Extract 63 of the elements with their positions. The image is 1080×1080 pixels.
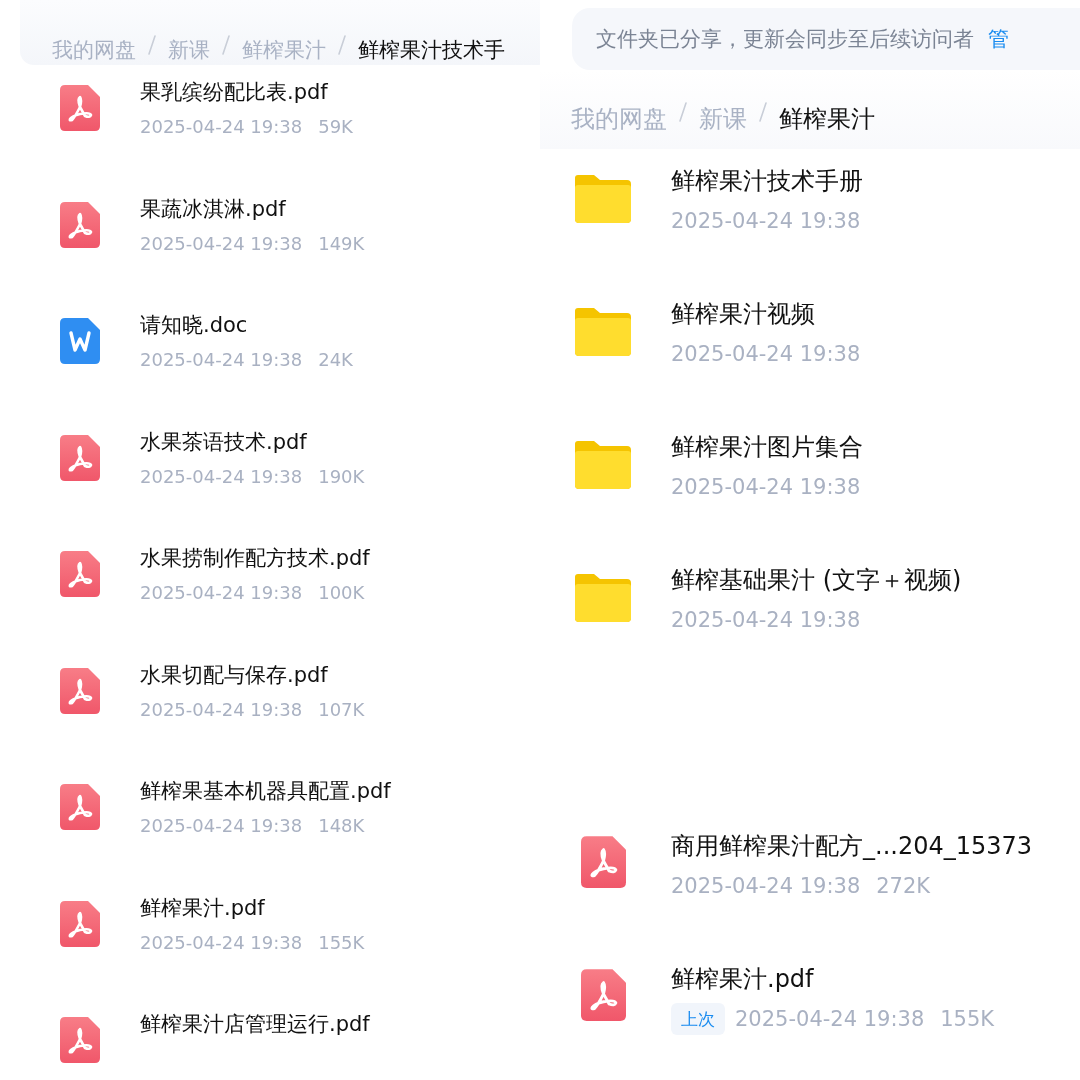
slash-icon: [679, 101, 687, 122]
pdf-file-icon: [60, 201, 100, 248]
breadcrumb-item[interactable]: 鲜榨果汁技术手: [358, 35, 505, 65]
file-name[interactable]: 请知晓.doc: [140, 298, 353, 342]
file-size: 100K: [318, 581, 365, 605]
file-size: 24K: [318, 348, 353, 372]
slash-icon: [759, 101, 767, 122]
last-opened-tag: 上次: [671, 1003, 725, 1035]
file-date: 2025-04-24 19:38: [671, 474, 861, 501]
pdf-file-icon: [60, 667, 100, 714]
slash-icon: [338, 35, 346, 55]
file-name[interactable]: 果乳缤纷配比表.pdf: [140, 65, 353, 109]
file-date: 2025-04-24 19:38: [671, 873, 861, 900]
file-date: 2025-04-24 19:38: [671, 607, 861, 634]
file-name[interactable]: 鲜榨果汁店管理运行.pdf: [140, 997, 370, 1041]
file-name[interactable]: 鲜榨果汁.pdf: [140, 880, 365, 925]
file-name[interactable]: 水果切配与保存.pdf: [140, 647, 365, 692]
word-file-icon: [60, 318, 100, 364]
slash-icon: [222, 35, 230, 55]
file-size: 107K: [318, 697, 365, 722]
file-name[interactable]: 鲜榨基础果汁 (文字＋视频): [671, 548, 962, 598]
pdf-file-icon: [60, 551, 100, 597]
pdf-file-icon: [60, 784, 100, 830]
file-date: 2025-04-24 19:38: [140, 581, 303, 605]
file-date: 2025-04-24 19:38: [140, 231, 303, 256]
file-size: 59K: [318, 115, 353, 139]
file-date: 2025-04-24 19:38: [140, 814, 303, 838]
file-name[interactable]: 鲜榨果汁.pdf: [671, 947, 995, 997]
file-date: 2025-04-24 19:38: [140, 697, 303, 722]
file-date: 2025-04-24 19:38: [671, 341, 861, 368]
pdf-file-icon: [581, 836, 626, 888]
file-date: 2025-04-24 19:38: [735, 1006, 925, 1033]
file-name[interactable]: 鲜榨果基本机器具配置.pdf: [140, 764, 391, 808]
file-size: 155K: [940, 1006, 995, 1033]
file-size: 148K: [318, 814, 365, 838]
file-name[interactable]: 鲜榨果汁图片集合: [671, 415, 863, 465]
file-size: 272K: [876, 873, 931, 900]
pdf-file-icon: [60, 900, 100, 947]
file-name[interactable]: 鲜榨果汁视频: [671, 282, 861, 332]
notice-text: 文件夹已分享，更新会同步至后续访问者: [596, 25, 974, 53]
file-name[interactable]: 果蔬冰淇淋.pdf: [140, 181, 365, 226]
pdf-file-icon: [581, 969, 626, 1021]
file-name[interactable]: 水果茶语技术.pdf: [140, 414, 365, 459]
file-date: 2025-04-24 19:38: [140, 464, 303, 489]
folder-icon: [574, 572, 632, 622]
breadcrumb-item[interactable]: 鲜榨果汁: [779, 101, 875, 136]
file-name[interactable]: 商用鲜榨果汁配方_...204_15373: [671, 814, 1033, 864]
file-date: 2025-04-24 19:38: [140, 348, 303, 372]
file-name[interactable]: 水果捞制作配方技术.pdf: [140, 531, 370, 575]
file-date: 2025-04-24 19:38: [140, 115, 303, 139]
file-date: 2025-04-24 19:38: [671, 208, 861, 235]
file-size: 155K: [318, 930, 365, 955]
folder-icon: [574, 439, 632, 489]
pdf-file-icon: [60, 1017, 100, 1063]
file-size: 149K: [318, 231, 365, 256]
file-size: 190K: [318, 464, 365, 489]
file-date: 2025-04-24 19:38: [140, 930, 303, 955]
pdf-file-icon: [60, 434, 100, 481]
file-name[interactable]: 鲜榨果汁技术手册: [671, 149, 863, 199]
pdf-file-icon: [60, 85, 100, 131]
folder-icon: [574, 306, 632, 356]
folder-icon: [574, 173, 632, 223]
slash-icon: [148, 35, 156, 55]
